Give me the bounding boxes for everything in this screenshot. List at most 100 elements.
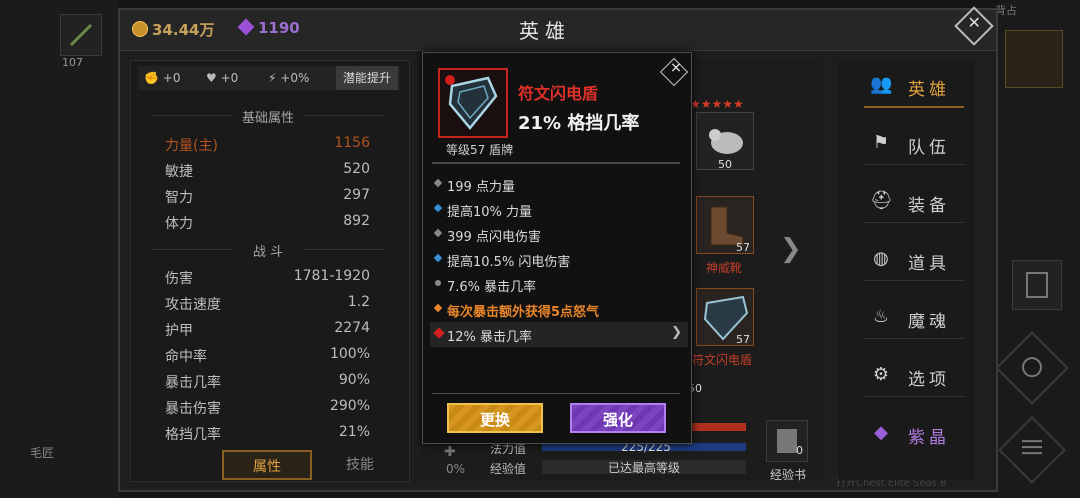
attribute-row: 每次暴击额外获得5点怒气	[430, 297, 688, 322]
scroll-icon	[1026, 272, 1048, 298]
right-side-scroll-slot[interactable]	[1012, 260, 1062, 310]
stat-label: 命中率	[165, 349, 207, 365]
attribute-row: 199 点力量	[430, 172, 688, 197]
stat-value: 1.2	[347, 294, 370, 310]
gem-amount: 1190	[258, 19, 300, 37]
divider	[432, 162, 680, 164]
lightning-icon: ⚡	[268, 71, 277, 85]
amethyst-icon: ◆	[874, 422, 888, 443]
strength-bonus: ✊ +0	[144, 71, 181, 85]
gold-amount: 34.44万	[152, 21, 215, 39]
combat-title: 战 斗	[252, 245, 284, 260]
background-left-edge	[0, 0, 118, 498]
bullet-icon	[433, 228, 443, 238]
boots-level: 57	[736, 241, 750, 254]
replace-button[interactable]: 更换	[447, 403, 543, 433]
exp-book-label: 经验书	[770, 468, 807, 482]
close-icon: ✕	[967, 13, 981, 33]
nav-team[interactable]: ⚑ 队伍	[864, 124, 964, 165]
nav-items[interactable]: ◍ 道具	[864, 240, 964, 281]
stat-label: 伤害	[165, 271, 193, 287]
stat-value: 892	[343, 213, 370, 229]
item-level: 等级57 盾牌	[446, 143, 514, 157]
stat-label: 智力	[165, 190, 193, 206]
fist-icon: ✊	[144, 71, 159, 85]
item-icon-frame	[438, 68, 508, 138]
attribute-row: 399 点闪电伤害	[430, 222, 688, 247]
right-top-text: 背占	[995, 4, 1017, 17]
gem-socket-row[interactable]: 12% 暴击几率 ❯	[430, 322, 688, 347]
pet-level: 50	[718, 158, 732, 171]
helmet-icon: ⛑	[870, 190, 893, 211]
stat-label: 体力	[165, 216, 193, 232]
stat-label: 暴击几率	[165, 375, 221, 391]
nav-hero[interactable]: 👥 英雄	[864, 66, 964, 108]
chevron-right-icon[interactable]: ❯	[780, 234, 802, 264]
gem-counter: 1190	[237, 18, 300, 37]
stat-label: 力量(主)	[165, 138, 218, 154]
stat-value: 297	[343, 187, 370, 203]
boots-name: 神威靴	[706, 261, 743, 275]
stat-label: 暴击伤害	[165, 401, 221, 417]
tab-attributes[interactable]: 属性	[222, 450, 312, 480]
left-bottom-text: 毛匠	[30, 446, 55, 460]
divider	[432, 393, 680, 394]
flag-icon: ⚑	[872, 132, 890, 153]
stat-value: 290%	[329, 398, 370, 414]
gold-counter: 34.44万	[132, 19, 214, 40]
flame-icon: ♨	[872, 306, 890, 327]
menu-icon	[1022, 440, 1042, 455]
users-icon: 👥	[870, 74, 893, 95]
gem-icon	[237, 18, 255, 36]
nav-amethyst[interactable]: ◆ 紫晶	[864, 414, 964, 454]
potential-upgrade-button[interactable]: 潜能提升	[336, 66, 398, 90]
left-hotbar-slot[interactable]	[60, 14, 102, 56]
stat-label: 攻击速度	[165, 297, 221, 313]
basic-attributes-title: 基础属性	[241, 111, 294, 126]
stat-label: 敏捷	[165, 164, 193, 180]
stat-value: 21%	[338, 424, 370, 440]
rune-shield-icon	[445, 75, 498, 130]
heart-icon: ♥	[206, 71, 217, 85]
exp-label: 经验值	[490, 462, 527, 476]
stat-value: 90%	[338, 372, 370, 388]
attribute-row: 7.6% 暴击几率	[430, 272, 688, 297]
exp-percent: 0%	[446, 462, 466, 476]
right-side-slot[interactable]	[1005, 30, 1063, 88]
bullet-icon	[433, 203, 443, 213]
upgrade-button[interactable]: 强化	[570, 403, 666, 433]
item-name: 符文闪电盾	[518, 84, 599, 103]
red-gem-icon	[433, 327, 445, 339]
gold-coin-icon	[132, 21, 148, 37]
sword-icon	[69, 23, 93, 47]
bullet-icon	[433, 253, 443, 263]
exp-value: 已达最高等级	[607, 461, 680, 475]
attribute-row: 提高10% 力量	[430, 197, 688, 222]
window-title: 英雄	[519, 19, 571, 43]
bullet-icon	[433, 303, 443, 313]
stat-label: 护甲	[165, 323, 193, 339]
stat-label: 格挡几率	[165, 427, 221, 443]
nav-soul[interactable]: ♨ 魔魂	[864, 298, 964, 339]
plus-icon: ✚	[444, 444, 456, 460]
nav-options[interactable]: ⚙ 选项	[864, 356, 964, 397]
attribute-row: 提高10.5% 闪电伤害	[430, 247, 688, 272]
chevron-right-icon: ❯	[671, 325, 682, 340]
nav-equipment[interactable]: ⛑ 装备	[864, 182, 964, 223]
close-icon: ✕	[670, 60, 682, 77]
stat-value: 1781-1920	[293, 268, 370, 284]
item-main-stat: 21% 格挡几率	[518, 113, 640, 134]
exp-book-count: 0	[796, 444, 803, 457]
gear-icon: ⚙	[872, 364, 890, 385]
shield-level: 57	[736, 333, 750, 346]
tab-skills[interactable]: 技能	[318, 450, 402, 480]
speed-bonus: ⚡ +0%	[268, 71, 310, 85]
bag-icon: ◍	[873, 248, 889, 269]
health-bonus: ♥ +0	[206, 71, 239, 85]
stat-value: 520	[343, 161, 370, 177]
left-slot-number: 107	[62, 56, 83, 69]
stat-value: 2274	[334, 320, 370, 336]
stat-value: 1156	[334, 135, 370, 151]
bullet-icon	[433, 178, 443, 188]
potion-icon	[1022, 357, 1042, 378]
